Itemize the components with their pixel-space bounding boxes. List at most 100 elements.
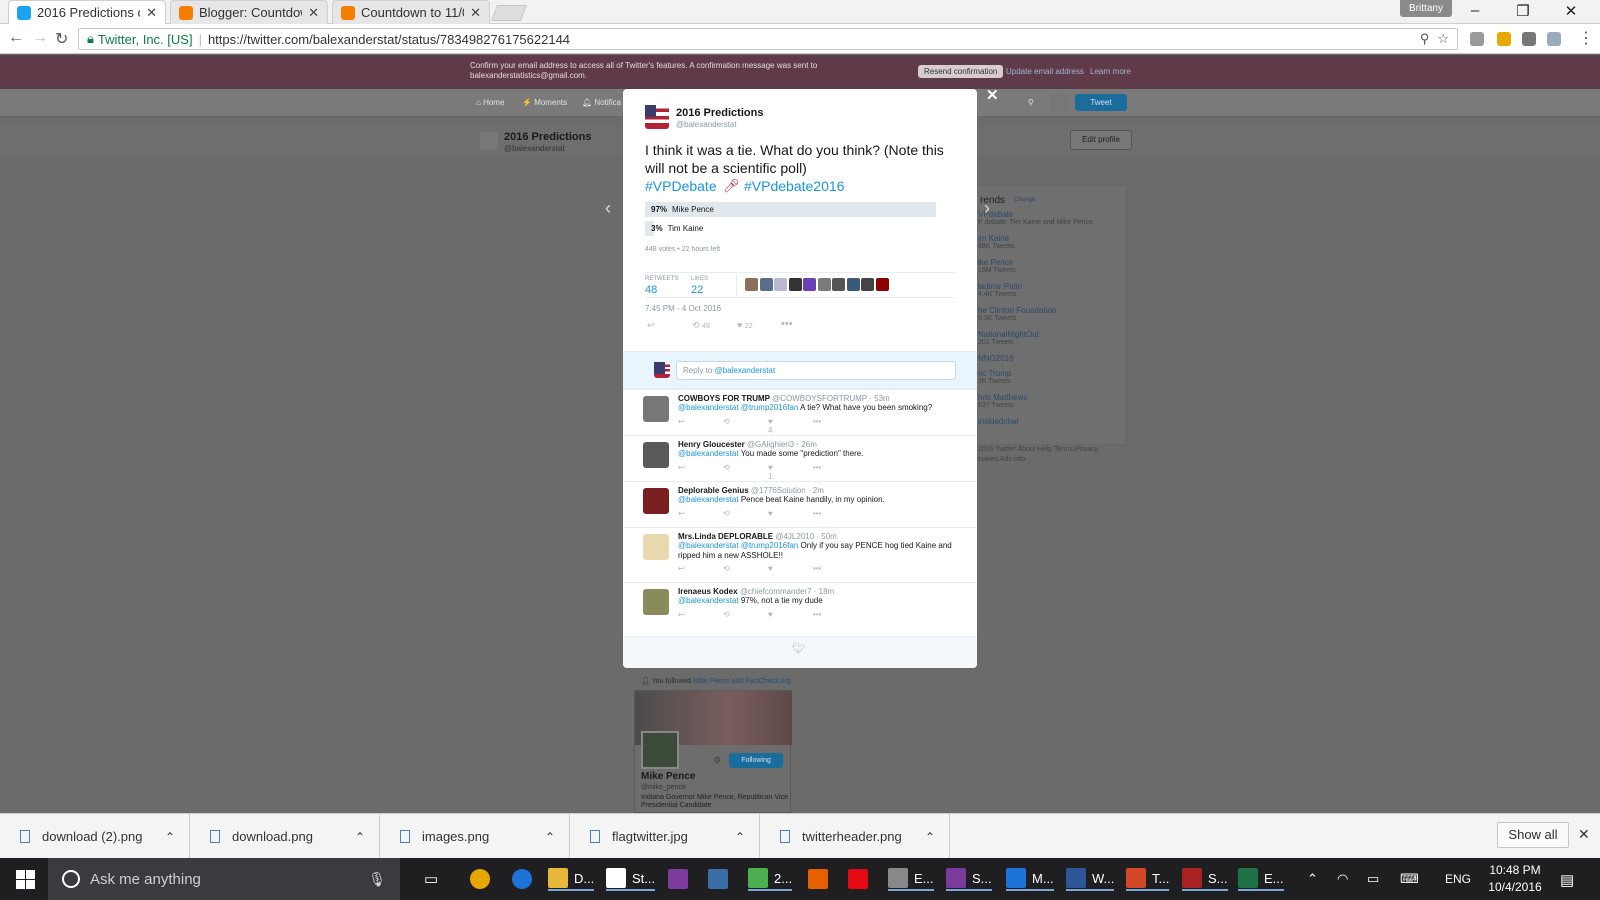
- forward-icon[interactable]: →: [32, 29, 48, 47]
- download-item[interactable]: download.png ⌃: [190, 814, 380, 859]
- menu-icon[interactable]: ⋮: [1578, 28, 1594, 48]
- liker-avatar[interactable]: [774, 278, 787, 291]
- compose-tweet-button[interactable]: Tweet: [1075, 94, 1127, 111]
- reply-avatar[interactable]: [643, 488, 669, 514]
- restore-icon[interactable]: ❐: [1508, 2, 1538, 20]
- more-icon[interactable]: •••: [813, 509, 858, 527]
- bookmark-star-icon[interactable]: ☆: [1437, 31, 1449, 47]
- avatar[interactable]: [1050, 93, 1068, 111]
- reply-icon[interactable]: ↩: [647, 320, 655, 331]
- retweet-icon[interactable]: ⟲ 48: [692, 320, 710, 331]
- update-email-link[interactable]: Update email address: [1006, 67, 1084, 76]
- retweet-icon[interactable]: ⟲: [723, 417, 768, 435]
- taskbar-store-icon[interactable]: St...: [606, 867, 656, 891]
- reload-icon[interactable]: ↻: [55, 29, 68, 49]
- windows-start-icon[interactable]: [16, 870, 35, 889]
- minimize-icon[interactable]: –: [1460, 2, 1490, 19]
- author-avatar[interactable]: [645, 105, 669, 129]
- like-icon[interactable]: ♥ 22: [737, 320, 753, 330]
- profile-badge[interactable]: Brittany: [1400, 0, 1452, 17]
- wifi-icon[interactable]: ◠: [1337, 871, 1348, 887]
- taskbar-netflix-icon[interactable]: [848, 867, 874, 891]
- liker-avatar[interactable]: [759, 278, 773, 291]
- taskbar-headphones-icon[interactable]: [470, 867, 496, 891]
- action-center-icon[interactable]: ▤: [1560, 871, 1574, 889]
- chevron-up-icon[interactable]: ⌃: [165, 830, 175, 844]
- like-icon[interactable]: ♥: [768, 564, 813, 582]
- show-all-downloads-button[interactable]: Show all: [1497, 822, 1569, 848]
- like-icon[interactable]: ♥ 1: [768, 463, 813, 481]
- task-view-icon[interactable]: ▭: [424, 870, 438, 888]
- liker-avatar[interactable]: [788, 278, 802, 291]
- close-shelf-icon[interactable]: ✕: [1578, 826, 1590, 843]
- edit-profile-button[interactable]: Edit profile: [1070, 130, 1132, 150]
- taskbar-excel-icon[interactable]: E...: [1238, 867, 1284, 891]
- trend-item[interactable]: NNO2016: [978, 354, 1014, 363]
- download-item[interactable]: images.png ⌃: [380, 814, 570, 859]
- reply-icon[interactable]: ↩: [678, 463, 723, 481]
- close-tab-icon[interactable]: ✕: [146, 5, 157, 21]
- reply-author-name[interactable]: COWBOYS FOR TRUMP: [678, 394, 770, 403]
- reply-tweet[interactable]: Henry Gloucester @GAlighieri3 · 26m @bale…: [623, 435, 977, 481]
- trends-change-link[interactable]: Change: [1014, 197, 1035, 203]
- cortana-search[interactable]: Ask me anything 🎙︎: [48, 858, 400, 900]
- close-modal-icon[interactable]: ✕: [986, 86, 999, 104]
- trend-item[interactable]: ric Trump: [978, 369, 1011, 378]
- chevron-up-icon[interactable]: ⌃: [545, 830, 555, 844]
- liker-avatar[interactable]: [861, 278, 874, 291]
- retweets-stat[interactable]: RETWEETS 48: [645, 276, 678, 296]
- like-icon[interactable]: ♥: [768, 610, 813, 628]
- reply-icon[interactable]: ↩: [678, 564, 723, 582]
- retweet-icon[interactable]: ⟲: [723, 564, 768, 582]
- retweet-icon[interactable]: ⟲: [723, 509, 768, 527]
- chevron-up-icon[interactable]: ⌃: [925, 830, 935, 844]
- trend-item[interactable]: hris Matthews: [978, 393, 1027, 402]
- like-icon[interactable]: ♥: [768, 509, 813, 527]
- likes-stat[interactable]: LIKES 22: [691, 276, 708, 296]
- tab-2016-predictions[interactable]: 2016 Predictions on ✕: [8, 0, 166, 24]
- close-tab-icon[interactable]: ✕: [470, 5, 481, 21]
- taskbar-remote-desktop-icon[interactable]: [708, 867, 734, 891]
- reply-icon[interactable]: ↩: [678, 417, 723, 435]
- liker-avatar[interactable]: [832, 278, 845, 291]
- liker-avatar[interactable]: [846, 278, 860, 291]
- trend-item[interactable]: he Clinton Foundation: [978, 306, 1056, 315]
- word-extension-icon[interactable]: [1522, 32, 1536, 46]
- keyboard-icon[interactable]: ⌨: [1400, 871, 1419, 887]
- taskbar-chrome-icon[interactable]: 2...: [748, 867, 793, 891]
- hashtag-vpdebate2016[interactable]: #VPdebate2016: [744, 178, 844, 194]
- more-icon[interactable]: •••: [813, 463, 858, 481]
- reply-author-name[interactable]: Irenaeus Kodex: [678, 587, 738, 596]
- download-item[interactable]: download (2).png ⌃: [0, 814, 190, 859]
- taskbar-spider-icon[interactable]: S...: [1182, 867, 1228, 891]
- reply-avatar[interactable]: [643, 396, 669, 422]
- trend-item[interactable]: insidedchat: [978, 417, 1018, 426]
- nav-notifications[interactable]: 🔔︎ Notifica: [582, 98, 621, 107]
- more-icon[interactable]: •••: [813, 417, 858, 435]
- taskbar-word-icon[interactable]: W...: [1066, 867, 1115, 891]
- trend-item[interactable]: ike Pence: [978, 258, 1013, 267]
- microphone-icon[interactable]: 🎙︎: [368, 871, 386, 888]
- reply-icon[interactable]: ↩: [678, 610, 723, 628]
- taskbar-powerpoint-icon[interactable]: T...: [1126, 867, 1170, 891]
- previous-tweet-icon[interactable]: ‹: [605, 198, 611, 219]
- language-indicator[interactable]: ENG: [1445, 872, 1471, 886]
- tab-blogger-countdown[interactable]: Blogger: Countdown ✕: [170, 0, 328, 24]
- retweet-icon[interactable]: ⟲: [723, 610, 768, 628]
- reply-author-name[interactable]: Henry Gloucester: [678, 440, 745, 449]
- next-tweet-icon[interactable]: ›: [984, 198, 990, 219]
- taskbar-firefox-icon[interactable]: [808, 867, 834, 891]
- reply-tweet[interactable]: COWBOYS FOR TRUMP @COWBOYSFORTRUMP · 53m…: [623, 389, 977, 435]
- trend-item[interactable]: ladimir Putin: [978, 282, 1022, 291]
- reply-avatar[interactable]: [643, 442, 669, 468]
- taskbar-edge-icon[interactable]: [512, 867, 538, 891]
- liker-avatar[interactable]: [803, 278, 816, 291]
- close-window-icon[interactable]: ✕: [1556, 2, 1586, 20]
- retweet-icon[interactable]: ⟲: [723, 463, 768, 481]
- reply-author-name[interactable]: Mrs.Linda DEPLORABLE: [678, 532, 773, 541]
- reply-tweet[interactable]: Deplorable Genius @1776Solution · 2m @bal…: [623, 481, 977, 527]
- tab-countdown[interactable]: Countdown to 11/0 ✕: [332, 0, 490, 24]
- trend-item[interactable]: im Kaine: [978, 234, 1009, 243]
- author-name[interactable]: 2016 Predictions: [676, 107, 763, 119]
- like-icon[interactable]: ♥ 4: [768, 417, 813, 435]
